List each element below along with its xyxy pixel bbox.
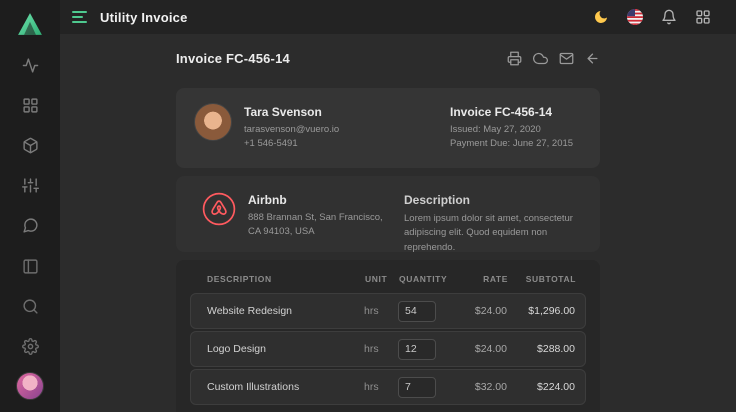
customer-section: Tara Svenson tarasvenson@vuero.io +1 546… — [176, 88, 600, 168]
apps-button[interactable] — [694, 8, 712, 26]
company-address-line1: 888 Brannan St, San Francisco, — [248, 211, 388, 225]
item-description: Logo Design — [207, 343, 364, 355]
gear-icon — [22, 338, 39, 355]
sidebar-item-panels[interactable] — [11, 247, 49, 285]
locale-selector[interactable] — [626, 8, 644, 26]
column-header-unit: UNIT — [365, 274, 399, 284]
hamburger-icon — [72, 11, 87, 13]
customer-avatar — [194, 103, 232, 141]
description-title: Description — [404, 193, 582, 207]
notifications-button[interactable] — [660, 8, 678, 26]
table-row: Custom Illustrations hrs $32.00 $224.00 — [190, 369, 586, 405]
invoice-issued-date: Issued: May 27, 2020 — [450, 123, 582, 137]
top-navbar: Utility Invoice — [60, 0, 736, 34]
item-rate: $32.00 — [444, 381, 507, 393]
logo-triangle-icon — [17, 12, 43, 36]
sliders-icon — [22, 177, 39, 194]
mail-icon — [559, 51, 574, 66]
sidebar-item-dashboards[interactable] — [11, 86, 49, 124]
description-block: Description Lorem ipsum dolor sit amet, … — [404, 192, 582, 255]
app-logo[interactable] — [15, 9, 45, 39]
quantity-input[interactable] — [398, 377, 436, 398]
item-unit: hrs — [364, 305, 398, 317]
grid-icon — [22, 97, 39, 114]
item-unit: hrs — [364, 343, 398, 355]
cloud-save-button[interactable] — [532, 50, 548, 66]
column-header-subtotal: SUBTOTAL — [508, 274, 576, 284]
activity-icon — [22, 57, 39, 74]
invoice-due-date: Payment Due: June 27, 2015 — [450, 137, 582, 151]
moon-icon — [593, 9, 609, 25]
search-icon — [22, 298, 39, 315]
item-subtotal: $1,296.00 — [507, 305, 575, 317]
column-header-description: DESCRIPTION — [207, 274, 365, 284]
item-subtotal: $224.00 — [507, 381, 575, 393]
quantity-input[interactable] — [398, 339, 436, 360]
table-row: Website Redesign hrs $24.00 $1,296.00 — [190, 293, 586, 329]
navbar-actions — [592, 8, 712, 26]
sidebar — [0, 0, 60, 412]
arrow-left-icon — [585, 51, 600, 66]
main-area: Invoice FC-456-14 — [60, 34, 736, 412]
item-description: Custom Illustrations — [207, 381, 364, 393]
cloud-icon — [533, 51, 548, 66]
back-button[interactable] — [584, 50, 600, 66]
invoice-number: Invoice FC-456-14 — [450, 105, 582, 119]
item-description: Website Redesign — [207, 305, 364, 317]
apps-grid-icon — [695, 9, 711, 25]
company-logo — [202, 192, 236, 226]
us-flag-icon — [627, 9, 643, 25]
chat-icon — [22, 217, 39, 234]
printer-icon — [507, 51, 522, 66]
invoice-heading: Invoice FC-456-14 — [176, 51, 290, 66]
item-rate: $24.00 — [444, 305, 507, 317]
description-text: Lorem ipsum dolor sit amet, consectetur … — [404, 212, 582, 255]
bell-icon — [661, 9, 677, 25]
table-row: Logo Design hrs $24.00 $288.00 — [190, 331, 586, 367]
column-header-quantity: QUANTITY — [399, 274, 445, 284]
item-subtotal: $288.00 — [507, 343, 575, 355]
menu-toggle[interactable] — [72, 11, 88, 23]
item-unit: hrs — [364, 381, 398, 393]
item-rate: $24.00 — [444, 343, 507, 355]
theme-toggle[interactable] — [592, 8, 610, 26]
user-avatar[interactable] — [16, 372, 44, 400]
invoice-page: Invoice FC-456-14 — [176, 46, 600, 412]
sidebar-item-settings[interactable] — [11, 327, 49, 365]
sidebar-item-activity[interactable] — [11, 46, 49, 84]
company-info: Airbnb 888 Brannan St, San Francisco, CA… — [248, 192, 388, 240]
invoice-actions — [506, 50, 600, 66]
column-header-rate: RATE — [445, 274, 508, 284]
table-header: DESCRIPTION UNIT QUANTITY RATE SUBTOTAL — [190, 274, 586, 284]
quantity-input[interactable] — [398, 301, 436, 322]
page-title: Utility Invoice — [100, 10, 188, 25]
customer-email: tarasvenson@vuero.io — [244, 123, 339, 137]
sidebar-item-search[interactable] — [11, 287, 49, 325]
company-section: Airbnb 888 Brannan St, San Francisco, CA… — [176, 176, 600, 252]
company-address-line2: CA 94103, USA — [248, 225, 388, 239]
box-icon — [22, 137, 39, 154]
customer-phone: +1 546-5491 — [244, 137, 339, 151]
content-header: Invoice FC-456-14 — [176, 46, 600, 70]
customer-info: Tara Svenson tarasvenson@vuero.io +1 546… — [244, 103, 339, 152]
print-button[interactable] — [506, 50, 522, 66]
sidebar-item-messages[interactable] — [11, 206, 49, 244]
send-mail-button[interactable] — [558, 50, 574, 66]
sidebar-item-settings-sliders[interactable] — [11, 166, 49, 204]
layout-icon — [22, 258, 39, 275]
items-table-section: DESCRIPTION UNIT QUANTITY RATE SUBTOTAL … — [176, 260, 600, 412]
customer-name: Tara Svenson — [244, 105, 339, 119]
company-name: Airbnb — [248, 193, 388, 207]
airbnb-icon — [202, 192, 236, 226]
invoice-meta: Invoice FC-456-14 Issued: May 27, 2020 P… — [450, 103, 582, 152]
sidebar-item-components[interactable] — [11, 126, 49, 164]
